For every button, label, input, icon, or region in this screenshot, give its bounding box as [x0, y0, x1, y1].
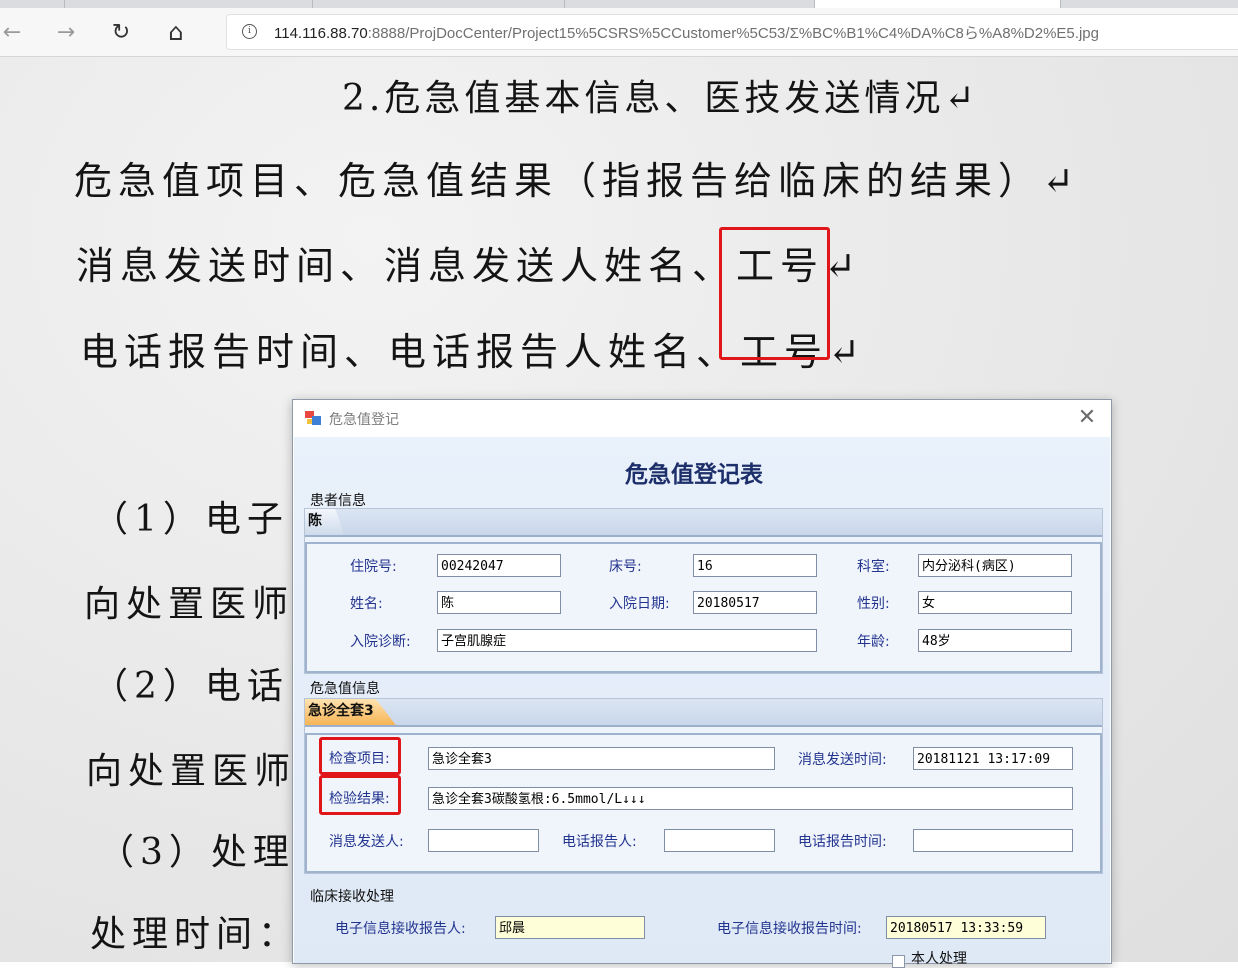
forward-icon[interactable]: →	[52, 18, 80, 46]
scan-line-send-2: 向处置医师	[86, 751, 297, 792]
highlight-box-job-number	[719, 227, 830, 360]
app-icon	[305, 411, 321, 425]
clinical-section-label: 临床接收处理	[310, 889, 394, 905]
scan-heading: 2.危急值基本信息、医技发送情况↵	[342, 78, 979, 119]
form-title: 危急值登记表	[625, 462, 763, 488]
gender-field[interactable]: 女	[918, 591, 1072, 614]
patient-group: 陈 住院号: 00242047 床号: 16 科室: 内分泌科(病区) 姓名: …	[304, 508, 1103, 674]
self-handle-label: 本人处理	[911, 951, 967, 967]
tab-strip	[0, 0, 1238, 8]
url-text[interactable]: 114.116.88.70:8888/ProjDocCenter/Project…	[274, 22, 1099, 43]
bed-field[interactable]: 16	[693, 554, 817, 577]
tab-critical[interactable]: 急诊全套3	[305, 699, 396, 725]
phone-time-label: 电话报告时间:	[798, 834, 887, 850]
tab-patient[interactable]: 陈	[305, 509, 344, 535]
scan-line-time: 处理时间：	[90, 914, 301, 955]
browser-tab-active[interactable]	[814, 0, 1061, 8]
phone-reporter-label: 电话报告人:	[562, 834, 637, 850]
phone-time-field[interactable]	[913, 829, 1073, 852]
patient-panel: 住院号: 00242047 床号: 16 科室: 内分泌科(病区) 姓名: 陈 …	[305, 542, 1102, 673]
url-path: :8888/ProjDocCenter/Project15%5CSRS%5CCu…	[367, 25, 1099, 42]
dialog-titlebar[interactable]: 危急值登记 ✕	[293, 400, 1111, 437]
address-bar[interactable]: i 114.116.88.70:8888/ProjDocCenter/Proje…	[226, 14, 1238, 50]
dialog-title: 危急值登记	[329, 412, 399, 428]
critical-panel: 检查项目: 急诊全套3 消息发送时间: 20181121 13:17:09 检验…	[305, 733, 1102, 873]
critical-group: 急诊全套3 检查项目: 急诊全套3 消息发送时间: 20181121 13:17…	[304, 698, 1103, 874]
age-field[interactable]: 48岁	[918, 629, 1072, 652]
site-info-icon[interactable]: i	[242, 24, 257, 39]
scan-item-1: （1）电子	[92, 499, 289, 540]
diagnosis-label: 入院诊断:	[350, 634, 411, 650]
patient-section-label: 患者信息	[310, 493, 366, 509]
browser-tab[interactable]	[64, 0, 313, 8]
dept-label: 科室:	[857, 559, 890, 575]
admit-date-field[interactable]: 20180517	[693, 591, 817, 614]
browser-toolbar: ← → ↻ ⌂ i 114.116.88.70:8888/ProjDocCent…	[0, 8, 1238, 57]
close-icon[interactable]: ✕	[1073, 404, 1101, 432]
receive-time-label: 电子信息接收报告时间:	[717, 921, 862, 937]
scan-line-send-1: 向处置医师	[84, 584, 295, 625]
scan-item-3: （3）处理	[98, 832, 295, 873]
receive-time-field[interactable]: 20180517 13:33:59	[886, 916, 1046, 939]
back-icon[interactable]: ←	[0, 18, 26, 46]
send-time-field[interactable]: 20181121 13:17:09	[913, 747, 1073, 770]
highlight-box-test-result	[319, 775, 401, 815]
age-label: 年龄:	[857, 634, 890, 650]
admission-no-field[interactable]: 00242047	[437, 554, 561, 577]
critical-tabbar: 急诊全套3	[305, 699, 1102, 727]
url-host: 114.116.88.70	[274, 25, 368, 42]
dialog-body: 危急值登记表 患者信息 陈 住院号: 00242047 床号: 16 科室: 内…	[294, 437, 1110, 968]
gender-label: 性别:	[857, 596, 890, 612]
highlight-box-exam-item	[319, 737, 401, 775]
home-icon[interactable]: ⌂	[162, 18, 190, 46]
name-label: 姓名:	[350, 596, 383, 612]
sender-field[interactable]	[428, 829, 539, 852]
phone-reporter-field[interactable]	[664, 829, 775, 852]
sender-label: 消息发送人:	[329, 834, 404, 850]
scan-line-1: 危急值项目、危急值结果（指报告给临床的结果）↵	[74, 159, 1080, 203]
critical-section-label: 危急值信息	[310, 681, 380, 697]
test-result-field[interactable]: 急诊全套3碳酸氢根:6.5mmol/L↓↓↓	[428, 787, 1073, 810]
reload-icon[interactable]: ↻	[107, 18, 135, 46]
dept-field[interactable]: 内分泌科(病区)	[918, 554, 1072, 577]
scan-item-2: （2）电话	[92, 666, 289, 707]
send-time-label: 消息发送时间:	[798, 752, 887, 768]
receiver-field[interactable]: 邱晨	[495, 916, 645, 939]
exam-item-field[interactable]: 急诊全套3	[428, 747, 775, 770]
name-field[interactable]: 陈	[437, 591, 561, 614]
bed-label: 床号:	[609, 559, 642, 575]
browser-tab[interactable]	[564, 0, 815, 8]
admit-date-label: 入院日期:	[609, 596, 670, 612]
critical-value-dialog: 危急值登记 ✕ 危急值登记表 患者信息 陈 住院号: 00242047 床号: …	[292, 399, 1112, 968]
receiver-label: 电子信息接收报告人:	[335, 921, 466, 937]
patient-tabbar: 陈	[305, 509, 1102, 537]
diagnosis-field[interactable]: 子宫肌腺症	[437, 629, 817, 652]
admission-no-label: 住院号:	[350, 559, 397, 575]
browser-tab[interactable]	[312, 0, 565, 8]
browser-tab[interactable]	[0, 0, 65, 8]
